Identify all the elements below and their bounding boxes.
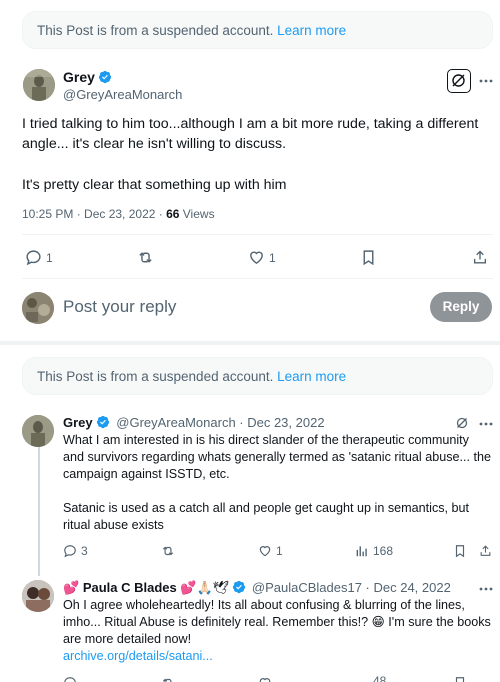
share-button[interactable] <box>472 249 488 266</box>
views-count: 168 <box>373 544 394 558</box>
suspended-notice-text: This Post is from a suspended account. <box>37 369 274 384</box>
reply-avatar[interactable] <box>22 415 54 447</box>
user-avatar[interactable] <box>22 292 54 324</box>
views-button[interactable]: 168 <box>355 544 393 558</box>
suspended-notice-text: This Post is from a suspended account. <box>37 23 274 38</box>
heart-emoji-icon-2: 💕 <box>180 580 197 595</box>
views-count: 66 <box>166 207 180 221</box>
bookmark-icon <box>363 250 374 266</box>
reply-text-paragraph-2: Satanic is used as a catch all and peopl… <box>63 501 470 532</box>
views-chart-icon <box>356 546 367 557</box>
reply-input[interactable]: Post your reply <box>63 297 176 317</box>
reply-icon <box>64 545 76 558</box>
reply-text: What I am interested in is his direct sl… <box>63 433 492 481</box>
verified-badge-icon <box>96 415 109 429</box>
reply-button[interactable]: 3 <box>63 544 88 558</box>
repost-icon <box>162 546 174 556</box>
bookmark-button[interactable] <box>361 249 376 266</box>
heart-emoji-icon: 💕 <box>63 580 80 595</box>
reply-count: 1 <box>46 250 53 265</box>
like-button[interactable]: 1 <box>248 249 276 266</box>
author-name[interactable]: Grey <box>63 69 95 85</box>
praying-hands-icon: 🙏🏻 <box>196 580 213 595</box>
reply-2-actions-partial: 48 <box>63 676 493 682</box>
heart-icon[interactable] <box>258 676 272 682</box>
reply-header: Grey @GreyAreaMonarch · Dec 23, 2022 <box>63 415 325 430</box>
divider <box>22 278 493 279</box>
views-count: 48 <box>373 676 386 682</box>
suspended-notice: This Post is from a suspended account. L… <box>22 11 493 49</box>
post-text-paragraph-2: It's pretty clear that something up with… <box>22 177 287 193</box>
author-name-row[interactable]: Grey <box>63 69 112 85</box>
heart-icon <box>259 546 271 557</box>
post-time[interactable]: 10:25 PM · Dec 23, 2022 · <box>22 207 166 221</box>
archive-link[interactable]: archive.org/details/satani... <box>63 649 213 663</box>
repost-icon[interactable] <box>160 676 176 682</box>
bookmark-icon <box>455 545 465 558</box>
reply-submit-button[interactable]: Reply <box>430 292 492 322</box>
share-icon <box>474 250 486 264</box>
heart-icon <box>250 251 263 265</box>
more-options-icon[interactable] <box>478 416 494 432</box>
share-button[interactable] <box>479 544 492 558</box>
dove-icon: 🕊 <box>212 580 230 595</box>
learn-more-link[interactable]: Learn more <box>277 369 346 384</box>
reply-meta[interactable]: @GreyAreaMonarch · Dec 23, 2022 <box>116 415 324 430</box>
repost-button[interactable] <box>160 544 176 558</box>
verified-badge-icon <box>98 70 112 84</box>
suspended-notice-2: This Post is from a suspended account. L… <box>22 357 493 395</box>
like-count: 1 <box>269 250 276 265</box>
reply-icon <box>26 250 41 266</box>
divider <box>22 234 493 235</box>
more-options-icon[interactable] <box>478 581 494 597</box>
reply-author-name-2[interactable]: Paula C Blades <box>83 580 177 595</box>
verified-badge-icon <box>233 580 246 594</box>
post-text: I tried talking to him too...although I … <box>22 116 479 152</box>
bookmark-icon[interactable] <box>454 676 466 682</box>
reply-text-2: Oh I agree wholeheartedly! Its all about… <box>63 598 491 646</box>
like-button[interactable]: 1 <box>258 544 283 558</box>
repost-button[interactable] <box>136 249 155 266</box>
reply-button[interactable]: 1 <box>25 249 53 266</box>
reply-meta-2[interactable]: @PaulaCBlades17 · Dec 24, 2022 <box>252 580 451 595</box>
thread-line <box>38 446 40 576</box>
section-divider <box>0 341 500 345</box>
author-handle[interactable]: @GreyAreaMonarch <box>63 87 182 102</box>
reply-avatar-2[interactable] <box>22 580 54 612</box>
grok-icon[interactable] <box>447 69 471 93</box>
reply-header-2: 💕 Paula C Blades 💕🙏🏻🕊 @PaulaCBlades17 · … <box>63 580 451 596</box>
post-timestamp: 10:25 PM · Dec 23, 2022 · 66 Views <box>22 207 215 221</box>
reply-count: 3 <box>81 544 88 558</box>
learn-more-link[interactable]: Learn more <box>277 23 346 38</box>
more-options-icon[interactable] <box>478 73 494 89</box>
grok-icon[interactable] <box>454 415 470 431</box>
reply-icon[interactable] <box>63 676 77 682</box>
share-icon <box>480 545 491 556</box>
bookmark-button[interactable] <box>454 544 466 558</box>
repost-icon <box>139 252 152 263</box>
avatar[interactable] <box>23 69 55 101</box>
views-label: Views <box>179 207 215 221</box>
like-count: 1 <box>276 544 283 558</box>
reply-author-name[interactable]: Grey <box>63 415 93 430</box>
